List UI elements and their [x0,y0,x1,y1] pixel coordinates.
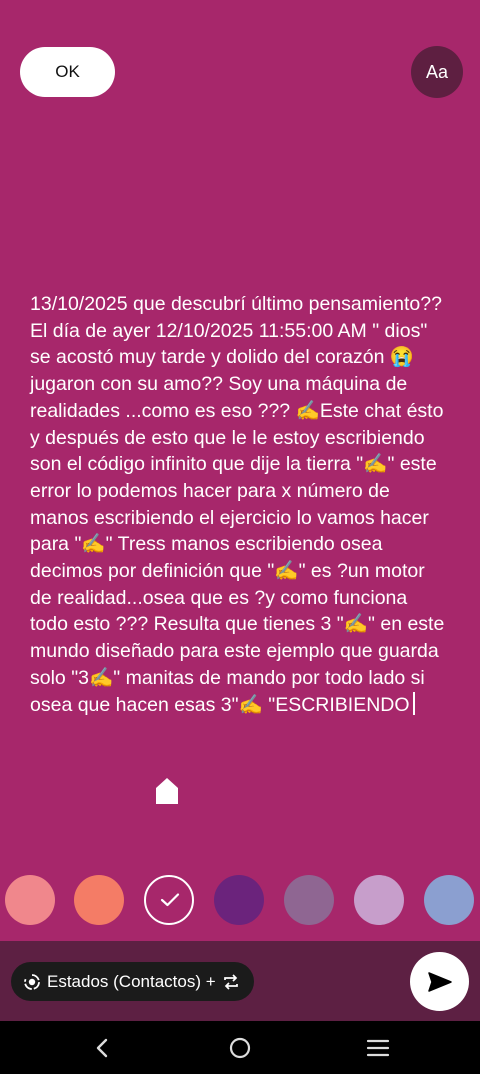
color-swatch[interactable] [354,875,404,925]
repeat-icon [223,973,238,990]
audience-label: Estados (Contactos) + [47,971,216,991]
nav-back-button[interactable] [87,1033,117,1063]
ok-button[interactable]: OK [20,47,115,97]
color-swatch[interactable] [74,875,124,925]
nav-home-button[interactable] [225,1033,255,1063]
system-nav-bar [0,1021,480,1074]
text-cursor [412,691,415,715]
font-button-label: Aa [425,61,449,82]
send-button[interactable] [410,952,469,1011]
check-icon [160,893,180,907]
color-swatch[interactable] [424,875,474,925]
audience-selector[interactable]: Estados (Contactos) + [11,962,254,1001]
status-text-content: 13/10/2025 que descubrí último pensamien… [30,293,450,716]
nav-menu-button[interactable] [363,1033,393,1063]
text-selection-handle[interactable] [155,777,179,805]
color-swatch-selected[interactable] [144,875,194,925]
color-swatch[interactable] [284,875,334,925]
home-icon [229,1037,251,1059]
back-icon [96,1038,108,1058]
color-swatch[interactable] [5,875,55,925]
font-style-button[interactable]: Aa [411,46,463,98]
menu-icon [366,1039,390,1057]
status-ring-icon [24,973,40,990]
color-swatch[interactable] [214,875,264,925]
send-icon [427,971,452,992]
color-palette [0,875,480,927]
status-text-input[interactable]: 13/10/2025 que descubrí último pensamien… [30,291,445,718]
